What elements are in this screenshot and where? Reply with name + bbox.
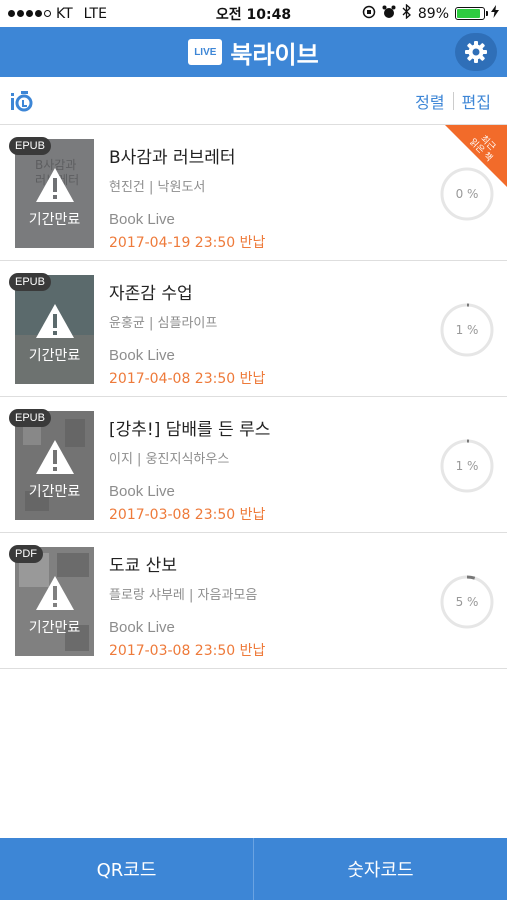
book-title: B사감과 러브레터 [109, 148, 236, 168]
expired-label: 기간만료 [28, 212, 81, 228]
bottom-bar: QR코드 숫자코드 [0, 838, 507, 900]
book-row[interactable]: EPUB B사감과 러브레터 기간만료 B사감과 러브레터 현진건 | 낙원도서… [0, 125, 507, 261]
expired-label: 기간만료 [28, 348, 81, 364]
refresh-download-icon [11, 90, 33, 111]
format-badge: EPUB [9, 409, 51, 427]
book-author-publisher: 플로랑 샤부레 | 자음과모음 [109, 588, 258, 603]
carrier-label: KT [56, 5, 73, 22]
brand: LIVE 북라이브 [188, 35, 319, 70]
gear-icon [465, 41, 487, 63]
number-code-button[interactable]: 숫자코드 [254, 838, 507, 900]
battery-percent: 89% [417, 5, 449, 22]
signal-icon [8, 10, 51, 17]
book-cover: 기간만료 [15, 275, 94, 384]
book-source: Book Live [109, 483, 175, 500]
book-source: Book Live [109, 619, 175, 636]
book-row[interactable]: EPUB 기간만료 [강추!] 담배를 든 루스 이지 | 웅진지식하우스 Bo… [0, 397, 507, 533]
progress-ring: 1 % [440, 303, 494, 357]
format-badge: PDF [9, 545, 43, 563]
book-cover: 기간만료 [15, 547, 94, 656]
due-date: 2017-04-19 23:50 반납 [109, 235, 266, 251]
network-label: LTE [83, 5, 107, 22]
book-source: Book Live [109, 211, 175, 228]
bluetooth-icon [402, 3, 412, 23]
battery-icon [455, 7, 488, 20]
app-title: 북라이브 [230, 40, 319, 69]
status-bar: KT LTE 오전 10:48 89% [0, 0, 507, 27]
book-row[interactable]: PDF 기간만료 도쿄 산보 플로랑 샤부레 | 자음과모음 Book Live… [0, 533, 507, 669]
book-cover: 기간만료 [15, 411, 94, 520]
book-author-publisher: 윤홍균 | 심플라이프 [109, 316, 218, 331]
book-row[interactable]: EPUB 기간만료 자존감 수업 윤홍균 | 심플라이프 Book Live 2… [0, 261, 507, 397]
orientation-lock-icon [362, 5, 376, 23]
warning-icon [36, 440, 74, 474]
book-author-publisher: 이지 | 웅진지식하우스 [109, 452, 230, 467]
warning-icon [36, 576, 74, 610]
edit-button[interactable]: 편집 [454, 89, 499, 113]
warning-icon [36, 304, 74, 338]
app-header: LIVE 북라이브 [0, 27, 507, 77]
expired-label: 기간만료 [28, 484, 81, 500]
expired-label: 기간만료 [28, 620, 81, 636]
qr-code-button[interactable]: QR코드 [0, 838, 253, 900]
book-title: 자존감 수업 [109, 284, 193, 304]
due-date: 2017-04-08 23:50 반납 [109, 371, 266, 387]
book-author-publisher: 현진건 | 낙원도서 [109, 180, 206, 195]
progress-percent: 1 % [455, 323, 479, 337]
settings-button[interactable] [455, 33, 497, 71]
sort-button[interactable]: 정렬 [407, 89, 452, 113]
warning-icon [36, 168, 74, 202]
due-date: 2017-03-08 23:50 반납 [109, 507, 266, 523]
clock: 오전 10:48 [215, 6, 292, 23]
logo-icon: LIVE [188, 39, 223, 65]
format-badge: EPUB [9, 273, 51, 291]
book-list: EPUB B사감과 러브레터 기간만료 B사감과 러브레터 현진건 | 낙원도서… [0, 125, 507, 669]
progress-ring: 5 % [440, 575, 494, 629]
book-title: [강추!] 담배를 든 루스 [109, 420, 271, 440]
book-title: 도쿄 산보 [109, 556, 177, 576]
progress-percent: 1 % [455, 459, 479, 473]
book-source: Book Live [109, 347, 175, 364]
format-badge: EPUB [9, 137, 51, 155]
book-cover: B사감과 러브레터 기간만료 [15, 139, 94, 248]
alarm-icon [382, 5, 396, 23]
recent-read-ribbon: 최근 읽은 책 [445, 125, 507, 187]
progress-ring: 1 % [440, 439, 494, 493]
progress-percent: 5 % [455, 595, 479, 609]
due-date: 2017-03-08 23:50 반납 [109, 643, 266, 659]
refresh-button[interactable] [8, 88, 34, 114]
charging-icon [491, 5, 499, 22]
list-toolbar: 정렬 편집 [0, 77, 507, 125]
